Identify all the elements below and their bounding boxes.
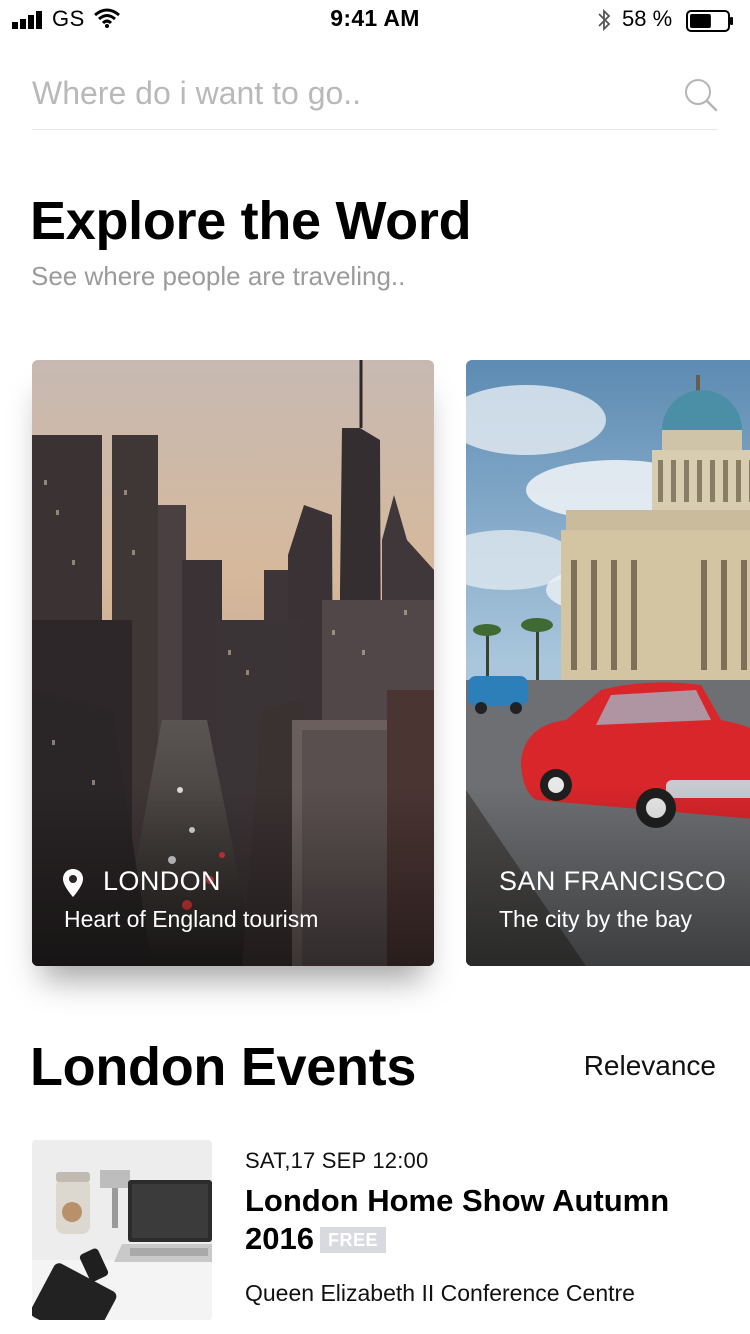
bluetooth-icon — [598, 8, 611, 32]
search-bar — [32, 60, 718, 130]
event-thumbnail — [32, 1140, 212, 1320]
destination-city: SAN FRANCISCO — [499, 866, 727, 896]
card-overlay — [32, 786, 434, 966]
battery-level-fill — [690, 14, 711, 28]
status-bar: GS 9:41 AM 58 % — [0, 0, 750, 40]
page-subtitle: See where people are traveling.. — [31, 261, 406, 291]
destination-card-london[interactable]: LONDON Heart of England tourism — [32, 360, 434, 966]
search-icon[interactable] — [684, 78, 718, 112]
event-date: SAT,17 SEP 12:00 — [245, 1148, 429, 1173]
desk-laptop-image — [32, 1140, 212, 1320]
app-screen: GS 9:41 AM 58 % Explore the Word See whe… — [0, 0, 750, 1334]
search-input[interactable] — [32, 70, 662, 116]
battery-percentage: 58 % — [622, 6, 673, 31]
sort-relevance-button[interactable]: Relevance — [584, 1050, 716, 1082]
destination-card-san-francisco[interactable]: SAN FRANCISCO The city by the bay — [466, 360, 750, 966]
event-venue: Queen Elizabeth II Conference Centre — [245, 1280, 635, 1306]
event-title-text: London Home Show Autumn 2016 — [245, 1183, 670, 1256]
battery-icon — [686, 10, 733, 32]
section-title: London Events — [30, 1037, 417, 1097]
destination-tagline: Heart of England tourism — [64, 906, 319, 932]
event-title[interactable]: London Home Show Autumn 2016 FREE — [245, 1182, 715, 1258]
page-title: Explore the Word — [30, 191, 472, 251]
free-badge: FREE — [319, 1227, 386, 1253]
location-pin-icon — [63, 869, 83, 897]
destination-city: LONDON — [103, 866, 221, 896]
destination-tagline: The city by the bay — [499, 906, 693, 932]
event-list-item[interactable]: SAT,17 SEP 12:00 London Home Show Autumn… — [32, 1140, 732, 1334]
